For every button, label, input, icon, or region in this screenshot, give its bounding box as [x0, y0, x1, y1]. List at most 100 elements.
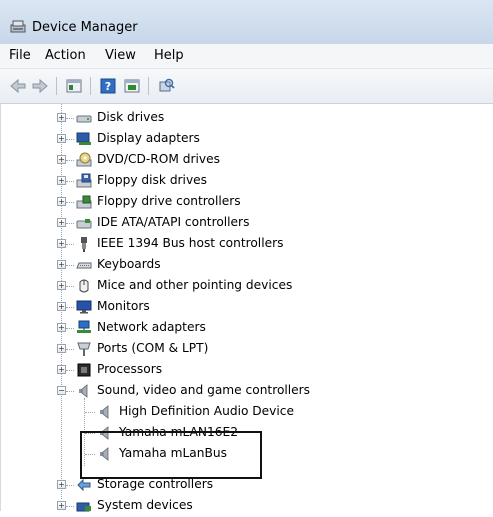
tree-connector	[66, 202, 74, 204]
port-icon	[77, 342, 91, 356]
tree-item-label: Network adapters	[97, 320, 206, 334]
tree-item-ieee1394[interactable]: + IEEE 1394 Bus host controllers	[1, 234, 493, 255]
tree-connector	[66, 349, 74, 351]
tree-item-label: Ports (COM & LPT)	[97, 341, 209, 355]
tree-connector	[66, 506, 74, 508]
menu-file[interactable]: File	[9, 48, 31, 63]
expand-toggle[interactable]: +	[57, 260, 66, 269]
toolbar-separator	[56, 77, 57, 95]
expand-toggle[interactable]: +	[57, 501, 66, 510]
expand-toggle[interactable]: +	[57, 344, 66, 353]
expand-toggle[interactable]: +	[57, 365, 66, 374]
window-title: Device Manager	[32, 20, 138, 35]
tree-connector	[66, 328, 74, 330]
network-adapter-icon	[77, 320, 91, 333]
tree-item-label: Display adapters	[97, 131, 200, 145]
tree-connector	[66, 139, 74, 141]
toolbar-separator	[90, 77, 91, 95]
tree-item-label: IEEE 1394 Bus host controllers	[97, 236, 284, 250]
tree-item-monitors[interactable]: + Monitors	[1, 297, 493, 318]
expand-toggle[interactable]: +	[57, 218, 66, 227]
tree-item-disk-drives[interactable]: + Disk drives	[1, 108, 493, 129]
tree-connector	[66, 391, 74, 393]
expand-toggle[interactable]: +	[57, 113, 66, 122]
tree-item-label: High Definition Audio Device	[119, 404, 294, 418]
properties-icon[interactable]	[64, 76, 84, 96]
menu-bar: File Action View Help	[0, 44, 493, 69]
tree-connector	[66, 286, 74, 288]
tree-connector	[66, 244, 74, 246]
tree-item-processors[interactable]: + Processors	[1, 360, 493, 381]
tree-item-label: Mice and other pointing devices	[97, 278, 293, 292]
expand-toggle[interactable]: +	[57, 239, 66, 248]
tree-item-label: Keyboards	[97, 257, 161, 271]
tree-connector	[66, 118, 74, 120]
back-arrow-icon[interactable]	[8, 76, 28, 96]
tree-item-label: Sound, video and game controllers	[97, 383, 311, 397]
forward-arrow-icon[interactable]	[30, 76, 50, 96]
tree-item-label: Floppy disk drives	[97, 173, 208, 187]
menu-action[interactable]: Action	[45, 48, 86, 63]
tree-item-display-adapters[interactable]: + Display adapters	[1, 129, 493, 150]
tree-item-ide-controllers[interactable]: + IDE ATA/ATAPI controllers	[1, 213, 493, 234]
tree-item-label: IDE ATA/ATAPI controllers	[97, 215, 250, 229]
device-manager-icon	[10, 20, 26, 33]
tree-item-floppy-disk-drives[interactable]: + Floppy disk drives	[1, 171, 493, 192]
tree-item-ports[interactable]: + Ports (COM & LPT)	[1, 339, 493, 360]
tree-item-hd-audio-device[interactable]: High Definition Audio Device	[1, 402, 493, 423]
tree-item-label: Disk drives	[97, 110, 165, 124]
tree-item-network-adapters[interactable]: + Network adapters	[1, 318, 493, 339]
ide-controller-icon	[76, 219, 92, 229]
tree-item-mice[interactable]: + Mice and other pointing devices	[1, 276, 493, 297]
storage-icon	[77, 478, 91, 492]
help-icon[interactable]: ?	[98, 76, 118, 96]
tree-connector	[66, 223, 74, 225]
ieee1394-icon	[81, 237, 87, 252]
tree-item-label: Storage controllers	[97, 477, 214, 491]
tree-connector	[85, 412, 95, 414]
toolbar: ?	[0, 69, 493, 104]
menu-help[interactable]: Help	[154, 48, 184, 63]
mouse-icon	[79, 279, 89, 293]
svg-text:?: ?	[105, 80, 111, 93]
tree-connector	[66, 265, 74, 267]
expand-toggle[interactable]: +	[57, 323, 66, 332]
update-driver-icon[interactable]	[156, 76, 176, 96]
speaker-icon	[100, 405, 109, 419]
processor-icon	[77, 363, 91, 377]
speaker-icon	[79, 384, 88, 398]
expand-toggle[interactable]: +	[57, 176, 66, 185]
tree-item-label: DVD/CD-ROM drives	[97, 152, 220, 166]
display-adapter-icon	[76, 132, 91, 145]
tree-item-sound-video-game[interactable]: − Sound, video and game controllers	[1, 381, 493, 402]
menu-view[interactable]: View	[105, 48, 136, 63]
tree-item-floppy-controllers[interactable]: + Floppy drive controllers	[1, 192, 493, 213]
tree-connector	[66, 370, 74, 372]
tree-item-system-devices[interactable]: + System devices	[1, 496, 493, 517]
keyboard-icon	[76, 262, 92, 269]
collapse-toggle[interactable]: −	[57, 386, 66, 395]
expand-toggle[interactable]: +	[57, 134, 66, 143]
tree-item-label: System devices	[97, 498, 193, 512]
tree-item-dvd-drives[interactable]: + DVD/CD-ROM drives	[1, 150, 493, 171]
tree-item-keyboards[interactable]: + Keyboards	[1, 255, 493, 276]
tree-item-label: Floppy drive controllers	[97, 194, 241, 208]
tree-connector	[66, 485, 74, 487]
floppy-controller-icon	[76, 195, 92, 209]
tree-item-label: Monitors	[97, 299, 150, 313]
tree-connector	[66, 181, 74, 183]
expand-toggle[interactable]: +	[57, 302, 66, 311]
toolbar-separator	[148, 77, 149, 95]
expand-toggle[interactable]: +	[57, 480, 66, 489]
disk-drive-icon	[76, 115, 92, 123]
dvd-drive-icon	[76, 152, 92, 167]
tree-connector	[66, 160, 74, 162]
tree-item-label: Processors	[97, 362, 163, 376]
expand-toggle[interactable]: +	[57, 155, 66, 164]
expand-toggle[interactable]: +	[57, 281, 66, 290]
tree-connector	[66, 307, 74, 309]
title-bar: Device Manager	[0, 0, 493, 44]
expand-toggle[interactable]: +	[57, 197, 66, 206]
highlight-box	[80, 431, 262, 479]
scan-hardware-icon[interactable]	[122, 76, 142, 96]
